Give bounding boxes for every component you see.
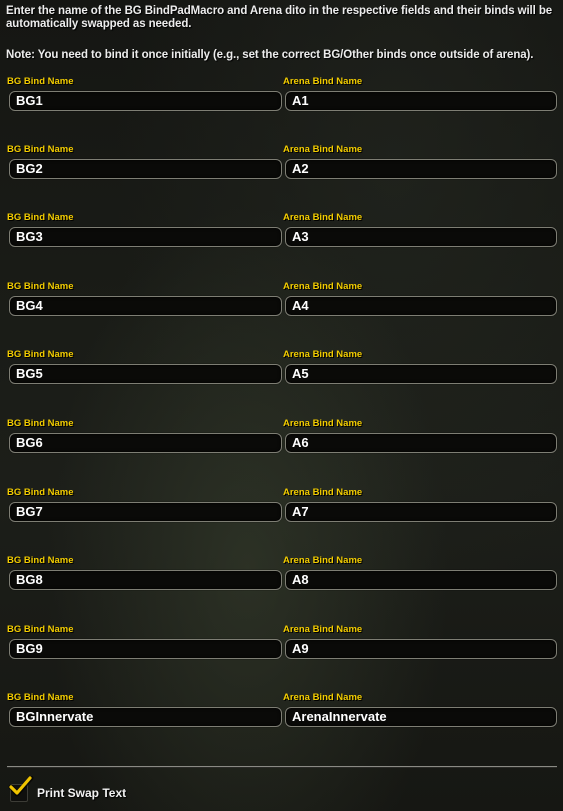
bind-swap-options-panel: Enter the name of the BG BindPadMacro an… (0, 0, 563, 811)
arena-bind-label: Arena Bind Name (283, 487, 363, 498)
bind-row-6: BG Bind Name Arena Bind Name BG6 A6 (0, 418, 563, 478)
bg-bind-input-10[interactable]: BGInnervate (9, 707, 282, 727)
bg-bind-label: BG Bind Name (7, 349, 74, 360)
bind-row-3: BG Bind Name Arena Bind Name BG3 A3 (0, 212, 563, 272)
bind-row-2: BG Bind Name Arena Bind Name BG2 A2 (0, 144, 563, 204)
arena-bind-label: Arena Bind Name (283, 555, 363, 566)
bind-row-7: BG Bind Name Arena Bind Name BG7 A7 (0, 487, 563, 547)
arena-bind-input-5[interactable]: A5 (285, 364, 557, 384)
bg-bind-label: BG Bind Name (7, 281, 74, 292)
arena-bind-input-2[interactable]: A2 (285, 159, 557, 179)
bg-bind-input-8[interactable]: BG8 (9, 570, 282, 590)
arena-bind-input-6[interactable]: A6 (285, 433, 557, 453)
bind-row-10: BG Bind Name Arena Bind Name BGInnervate… (0, 692, 563, 752)
print-swap-text-label: Print Swap Text (37, 786, 127, 800)
arena-bind-input-4[interactable]: A4 (285, 296, 557, 316)
arena-bind-input-8[interactable]: A8 (285, 570, 557, 590)
bind-row-8: BG Bind Name Arena Bind Name BG8 A8 (0, 555, 563, 615)
arena-bind-label: Arena Bind Name (283, 76, 363, 87)
bg-bind-input-2[interactable]: BG2 (9, 159, 282, 179)
bg-bind-input-6[interactable]: BG6 (9, 433, 282, 453)
note-text: Note: You need to bind it once initially… (6, 49, 534, 61)
arena-bind-label: Arena Bind Name (283, 624, 363, 635)
bg-bind-label: BG Bind Name (7, 624, 74, 635)
bg-bind-label: BG Bind Name (7, 418, 74, 429)
bg-bind-label: BG Bind Name (7, 555, 74, 566)
arena-bind-input-3[interactable]: A3 (285, 227, 557, 247)
print-swap-text-checkbox[interactable]: Print Swap Text (8, 776, 148, 806)
arena-bind-input-1[interactable]: A1 (285, 91, 557, 111)
bg-bind-input-9[interactable]: BG9 (9, 639, 282, 659)
bg-bind-input-1[interactable]: BG1 (9, 91, 282, 111)
arena-bind-label: Arena Bind Name (283, 418, 363, 429)
arena-bind-label: Arena Bind Name (283, 212, 363, 223)
bg-bind-input-5[interactable]: BG5 (9, 364, 282, 384)
bg-bind-label: BG Bind Name (7, 144, 74, 155)
arena-bind-input-7[interactable]: A7 (285, 502, 557, 522)
arena-bind-input-10[interactable]: ArenaInnervate (285, 707, 557, 727)
bind-row-1: BG Bind Name Arena Bind Name BG1 A1 (0, 76, 563, 136)
arena-bind-label: Arena Bind Name (283, 281, 363, 292)
bg-bind-input-4[interactable]: BG4 (9, 296, 282, 316)
bind-row-5: BG Bind Name Arena Bind Name BG5 A5 (0, 349, 563, 409)
bg-bind-input-3[interactable]: BG3 (9, 227, 282, 247)
bg-bind-label: BG Bind Name (7, 487, 74, 498)
bind-row-4: BG Bind Name Arena Bind Name BG4 A4 (0, 281, 563, 341)
divider (7, 766, 557, 767)
checkmark-icon (8, 776, 34, 797)
arena-bind-label: Arena Bind Name (283, 349, 363, 360)
arena-bind-input-9[interactable]: A9 (285, 639, 557, 659)
instructions-text: Enter the name of the BG BindPadMacro an… (6, 5, 553, 30)
arena-bind-label: Arena Bind Name (283, 692, 363, 703)
bg-bind-input-7[interactable]: BG7 (9, 502, 282, 522)
bg-bind-label: BG Bind Name (7, 76, 74, 87)
bind-row-9: BG Bind Name Arena Bind Name BG9 A9 (0, 624, 563, 684)
bg-bind-label: BG Bind Name (7, 692, 74, 703)
arena-bind-label: Arena Bind Name (283, 144, 363, 155)
bg-bind-label: BG Bind Name (7, 212, 74, 223)
